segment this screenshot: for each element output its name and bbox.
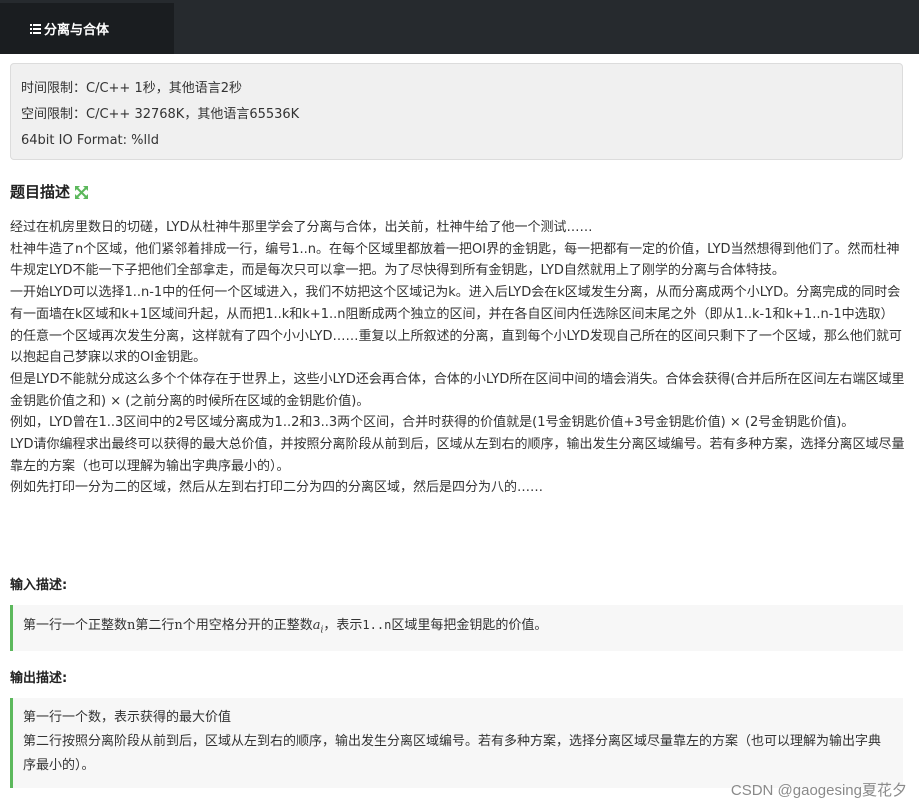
output-line: 第二行按照分离阶段从前到后，区域从左到右的顺序，输出发生分离区域编号。若有多种方… xyxy=(23,734,882,773)
description-paragraph: 例如，LYD曾在1..3区间中的2号区域分离成为1..2和3..3两个区间，合并… xyxy=(10,415,855,431)
limits-panel: 时间限制：C/C++ 1秒，其他语言2秒 空间限制：C/C++ 32768K，其… xyxy=(10,63,903,160)
top-nav-bar: 分离与合体 xyxy=(0,0,919,54)
output-heading: 输出描述: xyxy=(10,671,68,686)
description-body: 经过在机房里数日的切磋，LYD从杜神牛那里学会了分离与合体，出关前，杜神牛给了他… xyxy=(10,217,905,499)
time-limit: 时间限制：C/C++ 1秒，其他语言2秒 xyxy=(21,81,242,96)
description-paragraph: 经过在机房里数日的切磋，LYD从杜神牛那里学会了分离与合体，出关前，杜神牛给了他… xyxy=(10,220,593,235)
output-line: 第一行一个数，表示获得的最大价值 xyxy=(23,710,232,725)
expand-icon[interactable] xyxy=(75,185,89,199)
input-text-b: ，表示 xyxy=(323,618,363,633)
output-block: 第一行一个数，表示获得的最大价值 第二行按照分离阶段从前到后，区域从左到右的顺序… xyxy=(10,698,903,788)
range-code: 1..n xyxy=(362,618,392,632)
watermark: CSDN @gaogesing夏花夕 xyxy=(730,782,907,799)
tab-label: 分离与合体 xyxy=(44,23,110,38)
io-format: 64bit IO Format: %lld xyxy=(21,133,159,148)
tab-problem[interactable]: 分离与合体 xyxy=(0,3,174,54)
input-heading: 输入描述: xyxy=(10,578,68,593)
description-paragraph: LYD请你编程求出最终可以获得的最大总价值，并按照分离阶段从前到后，区域从左到右… xyxy=(10,437,905,474)
input-block: 第一行一个正整数n第二行n个用空格分开的正整数ai，表示1..n区域里每把金钥匙… xyxy=(10,605,903,651)
list-icon xyxy=(30,23,41,34)
description-heading: 题目描述 xyxy=(10,181,89,202)
description-paragraph: 但是LYD不能就分成这么多个个体存在于世界上，这些小LYD还会再合体，合体的小L… xyxy=(10,371,905,409)
input-text: 第一行一个正整数n第二行n个用空格分开的正整数ai，表示1..n区域里每把金钥匙… xyxy=(23,613,893,643)
math-var: a xyxy=(312,618,321,633)
description-title: 题目描述 xyxy=(10,183,71,201)
description-paragraph: 例如先打印一分为二的区域，然后从左到右打印二分为四的分离区域，然后是四分为八的…… xyxy=(10,480,544,496)
input-text-a: 第一行一个正整数n第二行n个用空格分开的正整数 xyxy=(23,618,313,633)
description-paragraph: 杜神牛造了n个区域，他们紧邻着排成一行，编号1..n。在每个区域里都放着一把OI… xyxy=(10,241,900,279)
description-paragraph: 一开始LYD可以选择1..n-1中的任何一个区域进入，我们不妨把这个区域记为k。… xyxy=(10,285,902,366)
space-limit: 空间限制：C/C++ 32768K，其他语言65536K xyxy=(21,107,300,122)
input-text-c: 区域里每把金钥匙的价值。 xyxy=(391,618,548,633)
